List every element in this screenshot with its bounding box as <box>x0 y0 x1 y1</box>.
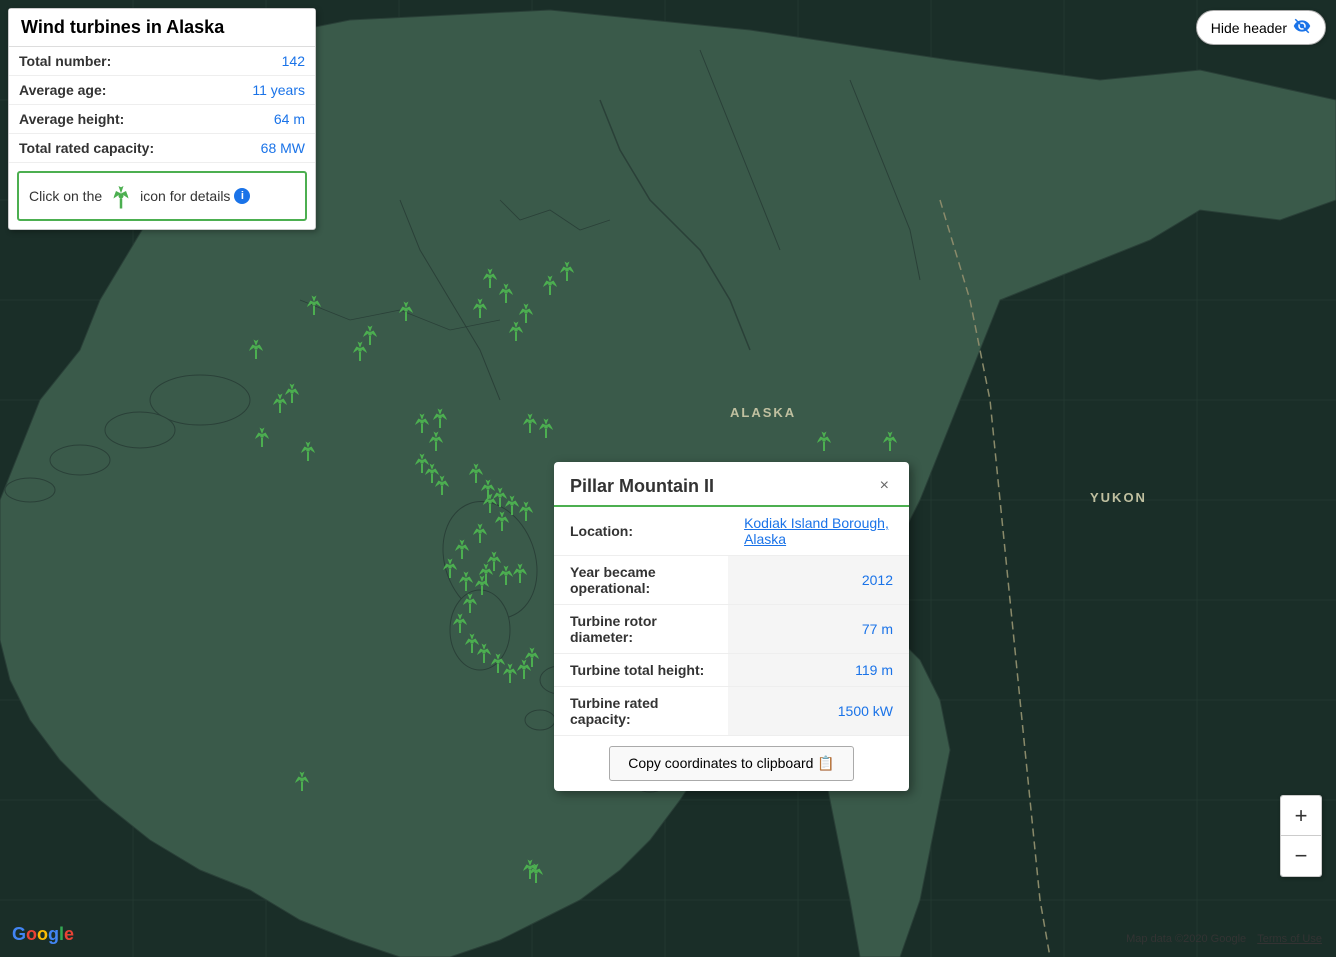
stat-label-height: Average height: <box>9 105 217 134</box>
stat-value-total: 142 <box>217 47 315 76</box>
turbine-icon[interactable] <box>878 428 902 452</box>
stats-table: Total number: 142 Average age: 11 years … <box>9 47 315 163</box>
turbine-icon[interactable] <box>394 298 418 322</box>
turbine-icon[interactable] <box>524 860 548 884</box>
turbine-icon[interactable] <box>296 438 320 462</box>
popup-row-year: Year became operational: 2012 <box>554 556 909 605</box>
turbine-icon[interactable] <box>468 295 492 319</box>
map-container: ALASKA YUKON <box>0 0 1336 957</box>
popup-title: Pillar Mountain II <box>570 476 714 497</box>
stat-label-capacity: Total rated capacity: <box>9 134 217 163</box>
zoom-out-button[interactable]: − <box>1281 836 1321 876</box>
turbine-icon[interactable] <box>424 428 448 452</box>
terms-link[interactable]: Terms of Use <box>1257 933 1322 945</box>
turbine-icon[interactable] <box>555 258 579 282</box>
stat-value-capacity: 68 MW <box>217 134 315 163</box>
popup-value-year: 2012 <box>728 556 909 605</box>
stat-label-age: Average age: <box>9 76 217 105</box>
turbine-icon[interactable] <box>520 644 544 668</box>
turbine-icon[interactable] <box>250 424 274 448</box>
popup-header: Pillar Mountain II × <box>554 462 909 507</box>
stat-value-age: 11 years <box>217 76 315 105</box>
popup-row-capacity: Turbine rated capacity: 1500 kW <box>554 687 909 736</box>
popup-row-location: Location: Kodiak Island Borough, Alaska <box>554 507 909 556</box>
stat-row-height: Average height: 64 m <box>9 105 315 134</box>
info-icon[interactable]: i <box>234 188 250 204</box>
hide-icon <box>1293 17 1311 38</box>
turbine-icon[interactable] <box>514 498 538 522</box>
stat-label-total: Total number: <box>9 47 217 76</box>
turbine-icon[interactable] <box>348 338 372 362</box>
popup-row-height: Turbine total height: 119 m <box>554 654 909 687</box>
panel-title: Wind turbines in Alaska <box>9 9 315 47</box>
turbine-icon[interactable] <box>812 428 836 452</box>
stat-row-capacity: Total rated capacity: 68 MW <box>9 134 315 163</box>
stat-row-total: Total number: 142 <box>9 47 315 76</box>
turbine-icon[interactable] <box>430 472 454 496</box>
turbine-icon[interactable] <box>534 415 558 439</box>
turbine-icon[interactable] <box>428 405 452 429</box>
map-terms: Map data ©2020 Google Terms of Use <box>1118 933 1322 945</box>
popup-label-height: Turbine total height: <box>554 654 728 687</box>
popup-value-location: Kodiak Island Borough, Alaska <box>728 507 909 556</box>
popup-value-height: 119 m <box>728 654 909 687</box>
popup-label-rotor: Turbine rotor diameter: <box>554 605 728 654</box>
turbine-icon[interactable] <box>244 336 268 360</box>
turbine-icon[interactable] <box>504 318 528 342</box>
google-logo: Google <box>12 924 74 945</box>
info-panel: Wind turbines in Alaska Total number: 14… <box>8 8 316 230</box>
turbine-icon[interactable] <box>268 390 292 414</box>
turbine-icon[interactable] <box>478 490 502 514</box>
stat-value-height: 64 m <box>217 105 315 134</box>
click-hint-prefix: Click on the <box>29 188 102 204</box>
copy-coordinates-button[interactable]: Copy coordinates to clipboard 📋 <box>609 746 854 781</box>
popup-row-rotor: Turbine rotor diameter: 77 m <box>554 605 909 654</box>
zoom-controls: + − <box>1280 795 1322 877</box>
zoom-in-button[interactable]: + <box>1281 796 1321 836</box>
turbine-hint-icon <box>106 181 136 211</box>
hide-header-button[interactable]: Hide header <box>1196 10 1326 45</box>
turbine-icon[interactable] <box>302 292 326 316</box>
popup: Pillar Mountain II × Location: Kodiak Is… <box>554 462 909 791</box>
popup-label-year: Year became operational: <box>554 556 728 605</box>
hide-header-label: Hide header <box>1211 20 1287 36</box>
popup-value-capacity: 1500 kW <box>728 687 909 736</box>
stat-row-age: Average age: 11 years <box>9 76 315 105</box>
turbine-icon[interactable] <box>508 560 532 584</box>
popup-close-button[interactable]: × <box>876 476 893 496</box>
turbine-icon[interactable] <box>290 768 314 792</box>
popup-table: Location: Kodiak Island Borough, Alaska … <box>554 507 909 736</box>
popup-value-rotor: 77 m <box>728 605 909 654</box>
click-hint-suffix: icon for details <box>140 188 230 204</box>
popup-label-location: Location: <box>554 507 728 556</box>
popup-location-text: Kodiak Island Borough, Alaska <box>744 515 889 547</box>
popup-label-capacity: Turbine rated capacity: <box>554 687 728 736</box>
click-hint: Click on the icon for details i <box>17 171 307 221</box>
map-data-text: Map data ©2020 Google <box>1126 933 1246 945</box>
